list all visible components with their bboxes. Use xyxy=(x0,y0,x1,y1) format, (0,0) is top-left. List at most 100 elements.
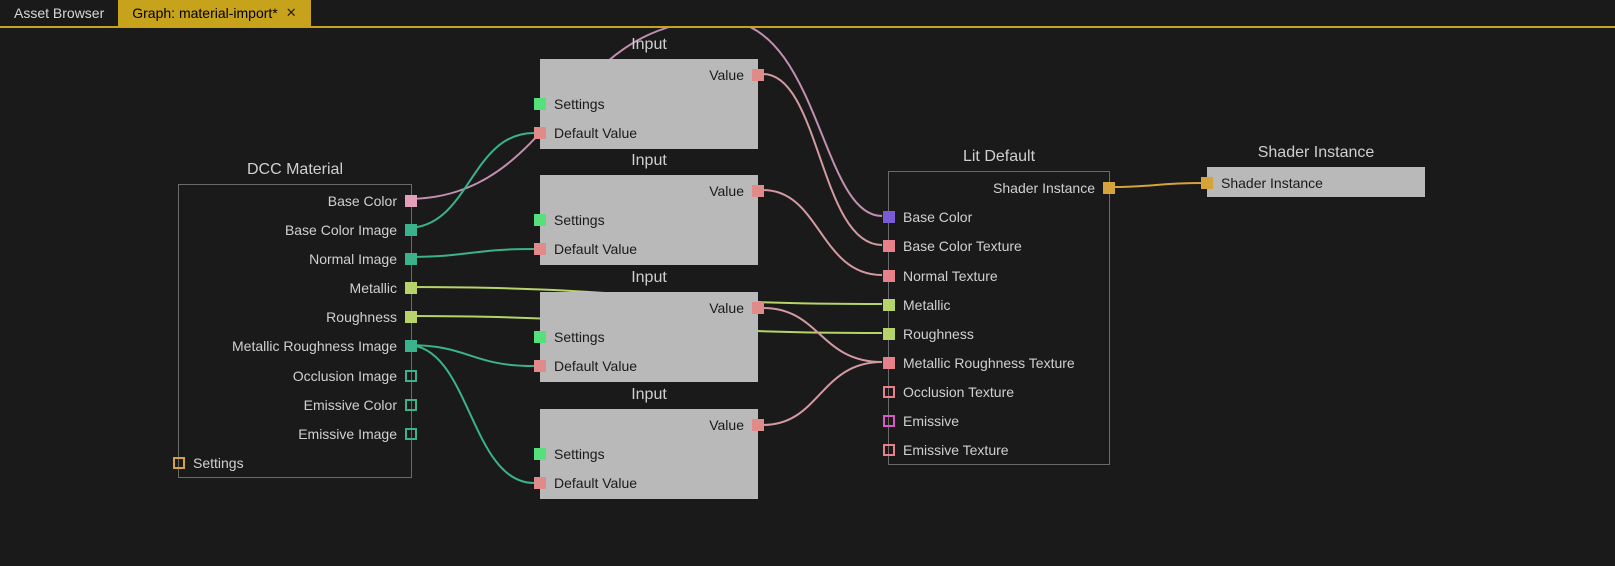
node-title-input-1: Input xyxy=(540,36,758,54)
port-emissive-image[interactable]: Emissive Image xyxy=(298,426,417,442)
port-value[interactable]: Value xyxy=(709,183,764,199)
port-chip xyxy=(405,195,417,207)
port-label: Metallic Roughness Texture xyxy=(903,355,1075,371)
port-chip xyxy=(534,214,546,226)
port-chip xyxy=(883,328,895,340)
port-value[interactable]: Value xyxy=(709,417,764,433)
node-input-2[interactable]: Value Settings Default Value xyxy=(540,175,758,265)
port-default-value[interactable]: Default Value xyxy=(534,358,637,374)
node-title-input-3: Input xyxy=(540,269,758,287)
port-shader-instance-out[interactable]: Shader Instance xyxy=(993,180,1115,196)
port-chip xyxy=(405,428,417,440)
port-metallic-roughness-image[interactable]: Metallic Roughness Image xyxy=(232,338,417,354)
port-settings[interactable]: Settings xyxy=(534,329,605,345)
port-label: Value xyxy=(709,183,744,199)
port-label: Roughness xyxy=(326,309,397,325)
port-settings[interactable]: Settings xyxy=(534,446,605,462)
port-label: Emissive Color xyxy=(304,397,397,413)
port-lit-emissive[interactable]: Emissive xyxy=(883,413,959,429)
tab-asset-browser[interactable]: Asset Browser xyxy=(0,0,118,26)
port-label: Emissive Image xyxy=(298,426,397,442)
node-input-4[interactable]: Value Settings Default Value xyxy=(540,409,758,499)
port-lit-base-color-texture[interactable]: Base Color Texture xyxy=(883,238,1022,254)
port-base-color[interactable]: Base Color xyxy=(328,193,417,209)
node-title-input-2: Input xyxy=(540,152,758,170)
port-shader-instance-in[interactable]: Shader Instance xyxy=(1201,175,1323,191)
port-chip xyxy=(883,386,895,398)
port-chip xyxy=(534,127,546,139)
port-chip xyxy=(883,299,895,311)
port-roughness[interactable]: Roughness xyxy=(326,309,417,325)
port-chip xyxy=(883,444,895,456)
port-settings[interactable]: Settings xyxy=(173,455,244,471)
node-lit-default[interactable]: Shader Instance Base Color Base Color Te… xyxy=(888,171,1110,465)
port-chip xyxy=(752,419,764,431)
port-lit-roughness[interactable]: Roughness xyxy=(883,326,974,342)
close-icon[interactable]: ✕ xyxy=(286,5,297,21)
port-chip xyxy=(1201,177,1213,189)
port-chip xyxy=(405,340,417,352)
port-lit-mr-texture[interactable]: Metallic Roughness Texture xyxy=(883,355,1075,371)
tab-bar: Asset Browser Graph: material-import* ✕ xyxy=(0,0,1615,28)
port-chip xyxy=(883,270,895,282)
port-lit-normal-texture[interactable]: Normal Texture xyxy=(883,268,998,284)
port-label: Value xyxy=(709,300,744,316)
node-input-3[interactable]: Value Settings Default Value xyxy=(540,292,758,382)
port-label: Metallic xyxy=(903,297,950,313)
node-shader-instance[interactable]: Shader Instance xyxy=(1207,167,1425,197)
port-label: Settings xyxy=(554,96,605,112)
node-input-1[interactable]: Value Settings Default Value xyxy=(540,59,758,149)
port-default-value[interactable]: Default Value xyxy=(534,475,637,491)
port-chip xyxy=(405,370,417,382)
port-settings[interactable]: Settings xyxy=(534,96,605,112)
node-dcc-material[interactable]: Base Color Base Color Image Normal Image… xyxy=(178,184,412,478)
port-chip xyxy=(405,253,417,265)
port-label: Emissive xyxy=(903,413,959,429)
port-label: Metallic xyxy=(350,280,397,296)
port-normal-image[interactable]: Normal Image xyxy=(309,251,417,267)
port-lit-emissive-texture[interactable]: Emissive Texture xyxy=(883,442,1009,458)
port-label: Metallic Roughness Image xyxy=(232,338,397,354)
node-title-dcc-material: DCC Material xyxy=(178,161,412,179)
port-chip xyxy=(534,448,546,460)
port-chip xyxy=(534,477,546,489)
port-label: Settings xyxy=(193,455,244,471)
port-settings[interactable]: Settings xyxy=(534,212,605,228)
port-label: Base Color xyxy=(903,209,972,225)
port-base-color-image[interactable]: Base Color Image xyxy=(285,222,417,238)
node-title-shader-instance: Shader Instance xyxy=(1207,144,1425,162)
port-label: Emissive Texture xyxy=(903,442,1009,458)
port-label: Default Value xyxy=(554,475,637,491)
port-metallic[interactable]: Metallic xyxy=(350,280,417,296)
port-chip xyxy=(1103,182,1115,194)
port-lit-occlusion-texture[interactable]: Occlusion Texture xyxy=(883,384,1014,400)
port-chip xyxy=(752,302,764,314)
graph-canvas[interactable]: DCC Material Base Color Base Color Image… xyxy=(0,28,1615,566)
tab-label: Graph: material-import* xyxy=(132,5,278,21)
port-default-value[interactable]: Default Value xyxy=(534,125,637,141)
port-label: Normal Image xyxy=(309,251,397,267)
port-label: Normal Texture xyxy=(903,268,998,284)
port-chip xyxy=(405,282,417,294)
port-label: Default Value xyxy=(554,125,637,141)
port-emissive-color[interactable]: Emissive Color xyxy=(304,397,417,413)
port-label: Occlusion Image xyxy=(293,368,397,384)
port-value[interactable]: Value xyxy=(709,300,764,316)
port-label: Default Value xyxy=(554,358,637,374)
port-occlusion-image[interactable]: Occlusion Image xyxy=(293,368,417,384)
port-default-value[interactable]: Default Value xyxy=(534,241,637,257)
port-value[interactable]: Value xyxy=(709,67,764,83)
port-label: Settings xyxy=(554,446,605,462)
port-label: Occlusion Texture xyxy=(903,384,1014,400)
port-chip xyxy=(752,69,764,81)
port-chip xyxy=(883,415,895,427)
tab-graph[interactable]: Graph: material-import* ✕ xyxy=(118,0,310,26)
port-label: Default Value xyxy=(554,241,637,257)
port-chip xyxy=(405,224,417,236)
port-lit-base-color[interactable]: Base Color xyxy=(883,209,972,225)
port-lit-metallic[interactable]: Metallic xyxy=(883,297,950,313)
port-label: Base Color Image xyxy=(285,222,397,238)
port-label: Value xyxy=(709,67,744,83)
port-chip xyxy=(534,331,546,343)
port-chip xyxy=(173,457,185,469)
